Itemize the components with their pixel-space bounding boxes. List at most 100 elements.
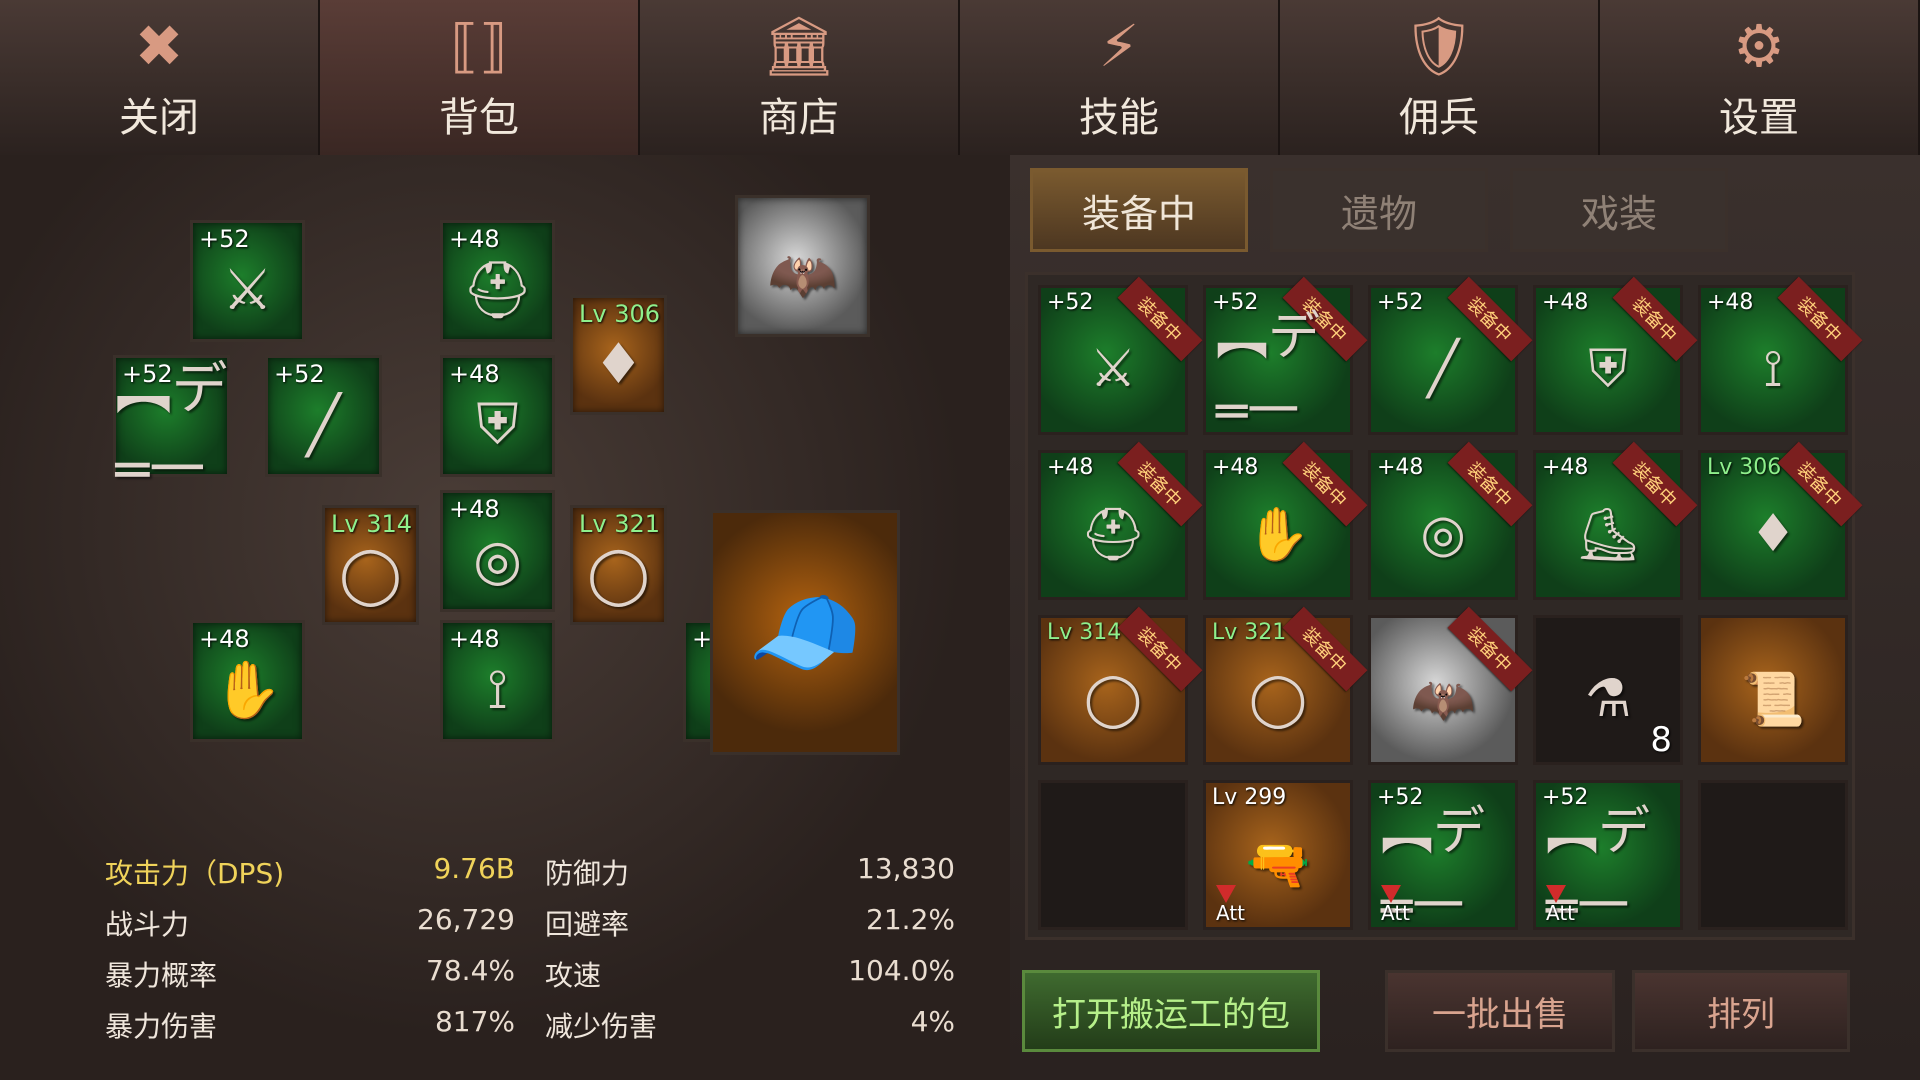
tab-skills-label: 技能: [1079, 95, 1159, 141]
equip-slot-weapon[interactable]: +52 ⚔: [190, 220, 305, 342]
swords-icon: ⚔: [1089, 339, 1137, 399]
inventory-slot[interactable]: 📜: [1698, 615, 1848, 765]
stat-value: 26,729: [417, 903, 515, 936]
item-attribute: Att: [1546, 901, 1576, 925]
stat-value: 4%: [910, 1005, 955, 1038]
item-attribute: Att: [1381, 901, 1411, 925]
equip-slot-tag: +48: [199, 625, 250, 653]
scroll-icon: 📜: [1740, 669, 1806, 730]
tab-settings[interactable]: ⚙ 设置: [1600, 0, 1920, 155]
item-tag: +48: [1047, 455, 1094, 480]
wings-icon: 🦇: [1410, 669, 1476, 730]
top-navigation: ✖ 关闭 ⟦⟧ 背包 🏛 商店 ⚡ 技能 🛡 佣兵 ⚙ 设置: [0, 0, 1920, 155]
stat-value: 21.2%: [866, 903, 955, 936]
equip-slot-armor[interactable]: +48 ⛨: [440, 355, 555, 477]
inventory-slot[interactable]: +48 装备中 ◎: [1368, 441, 1533, 600]
gem-icon: ♦: [1749, 504, 1797, 564]
inventory-slot[interactable]: +52 装备中 ╱: [1368, 276, 1533, 435]
inventory-slot[interactable]: 装备中 🦇: [1368, 606, 1533, 765]
equip-slot-ring-1[interactable]: Lv 314 ◯: [322, 505, 419, 625]
subtab-equipped[interactable]: 装备中: [1030, 168, 1248, 252]
equip-slot-gem[interactable]: Lv 306 ♦: [570, 295, 667, 415]
stat-row: 暴力伤害 817%: [105, 1005, 515, 1045]
stat-row: 暴力概率 78.4%: [105, 954, 515, 994]
inventory-slot[interactable]: Lv 299 🔫 Att: [1203, 780, 1353, 930]
armor-icon: ⛨: [1588, 338, 1628, 399]
tab-shop[interactable]: 🏛 商店: [640, 0, 960, 155]
inventory-slot-empty[interactable]: [1038, 780, 1188, 930]
stat-value: 13,830: [857, 852, 955, 885]
item-tag: Lv 314: [1047, 620, 1122, 645]
character-stats: 攻击力（DPS) 9.76B 战斗力 26,729 暴力概率 78.4% 暴力伤…: [105, 852, 955, 1043]
item-tag: +48: [1212, 455, 1259, 480]
sort-button[interactable]: 排列: [1632, 970, 1850, 1052]
stat-value: 104.0%: [848, 954, 955, 987]
inventory-slot-empty[interactable]: [1698, 780, 1848, 930]
equip-slot-staff[interactable]: +52 ╱: [265, 355, 382, 477]
boot-icon: ⛸: [1574, 504, 1641, 565]
equip-slot-gauntlet[interactable]: +48 ✋: [190, 620, 305, 742]
stat-value: 9.76B: [433, 852, 515, 885]
item-tag: Lv 321: [1212, 620, 1287, 645]
helmet-icon: ⛑: [461, 258, 534, 323]
ring-icon: ◯: [1248, 669, 1308, 729]
inventory-slot[interactable]: +48 装备中 ⛨: [1533, 276, 1698, 435]
inventory-slot[interactable]: +52 ︻デ═一 Att: [1368, 780, 1518, 937]
item-tag: +52: [1377, 290, 1424, 315]
stat-name: 暴力伤害: [105, 1010, 218, 1043]
equip-slot-belt[interactable]: +48 ◎: [440, 490, 555, 612]
character-portrait: 🧢: [710, 510, 900, 755]
shield-icon: 🛡: [1402, 12, 1476, 80]
equip-slot-wings[interactable]: 🦇: [735, 195, 870, 337]
equip-slot-rifle[interactable]: +52 ︻デ═一: [113, 355, 230, 503]
equip-slot-tag: +52: [274, 360, 325, 388]
helmet-icon: ⛑: [1079, 504, 1146, 565]
equip-slot-tag: +48: [449, 625, 500, 653]
inventory-slot[interactable]: +52 ︻デ═一 Att: [1533, 780, 1683, 937]
inventory-slot[interactable]: +48 装备中 ⟟: [1698, 276, 1863, 435]
subtab-relics[interactable]: 遗物: [1270, 168, 1488, 252]
inventory-slot[interactable]: +52 装备中 ⚔: [1038, 276, 1203, 435]
inventory-grid: +52 装备中 ⚔ +52 装备中 ︻デ═一 +52 装备中 ╱ +48 装备中…: [1025, 272, 1863, 940]
equip-slot-tag: +48: [449, 225, 500, 253]
item-quantity: 8: [1650, 720, 1672, 760]
shop-icon: 🏛: [762, 12, 836, 80]
bulk-sell-button[interactable]: 一批出售: [1385, 970, 1615, 1052]
equip-slot-helmet[interactable]: +48 ⛑: [440, 220, 555, 342]
ring-icon: ◯: [339, 541, 402, 607]
item-tag: +48: [1707, 290, 1754, 315]
stat-name: 暴力概率: [105, 959, 218, 992]
inventory-slot[interactable]: Lv 321 装备中 ◯: [1203, 606, 1368, 765]
item-tag: +48: [1377, 455, 1424, 480]
tab-skills[interactable]: ⚡ 技能: [960, 0, 1280, 155]
stat-name: 攻击力（DPS): [105, 857, 285, 890]
inventory-slot[interactable]: +52 装备中 ︻デ═一: [1203, 276, 1368, 442]
tab-close[interactable]: ✖ 关闭: [0, 0, 320, 155]
stat-name: 攻速: [545, 959, 602, 992]
ring-icon: ◯: [587, 541, 650, 607]
inventory-slot[interactable]: +48 装备中 ⛑: [1038, 441, 1203, 600]
gauntlet-icon: ✋: [212, 658, 283, 723]
equip-slot-tag: +52: [199, 225, 250, 253]
stat-row: 战斗力 26,729: [105, 903, 515, 943]
stat-row: 回避率 21.2%: [545, 903, 955, 943]
tab-mercenary-label: 佣兵: [1399, 95, 1479, 141]
inventory-slot[interactable]: Lv 306 装备中 ♦: [1698, 441, 1863, 600]
belt-icon: ◎: [1420, 504, 1466, 564]
wings-icon: 🦇: [767, 243, 838, 308]
swords-icon: ⚔: [222, 257, 273, 323]
tab-settings-label: 设置: [1719, 95, 1799, 141]
inventory-slot[interactable]: +48 装备中 ⛸: [1533, 441, 1698, 600]
equip-slot-ring-2[interactable]: Lv 321 ◯: [570, 505, 667, 625]
equip-slot-pants[interactable]: +48 ⟟: [440, 620, 555, 742]
stat-row: 攻击力（DPS) 9.76B: [105, 852, 515, 892]
stats-left: 攻击力（DPS) 9.76B 战斗力 26,729 暴力概率 78.4% 暴力伤…: [105, 852, 515, 1056]
tab-inventory[interactable]: ⟦⟧ 背包: [320, 0, 640, 155]
open-porter-bag-button[interactable]: 打开搬运工的包: [1022, 970, 1320, 1052]
inventory-slot[interactable]: +48 装备中 ✋: [1203, 441, 1368, 600]
inventory-slot[interactable]: Lv 314 装备中 ◯: [1038, 606, 1203, 765]
inventory-slot[interactable]: ⚗ 8: [1533, 615, 1683, 765]
stat-row: 防御力 13,830: [545, 852, 955, 892]
subtab-costume[interactable]: 戏装: [1510, 168, 1728, 252]
tab-mercenary[interactable]: 🛡 佣兵: [1280, 0, 1600, 155]
